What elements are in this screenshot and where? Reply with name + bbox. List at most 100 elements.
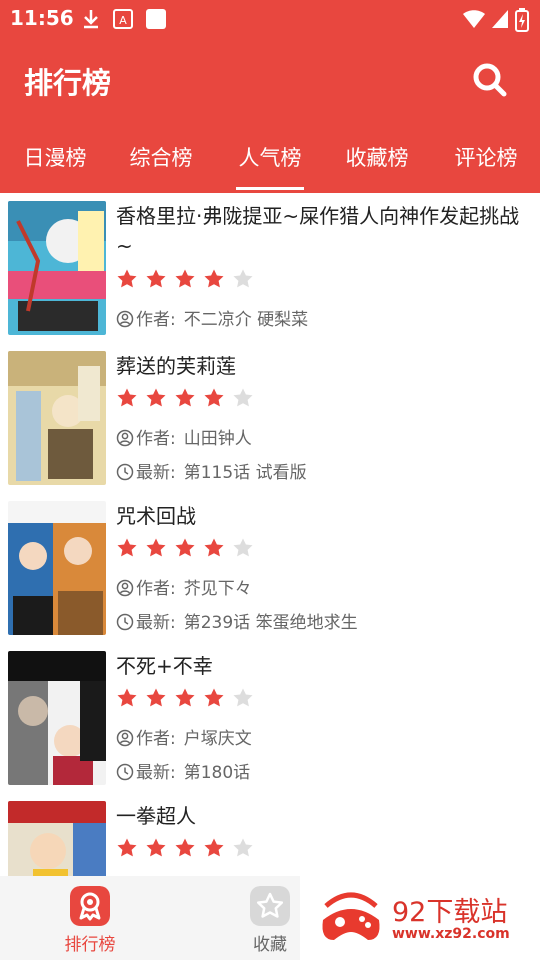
square-notification-icon — [146, 9, 166, 29]
comic-title: 一拳超人 — [116, 804, 196, 828]
active-tab-indicator — [236, 187, 304, 190]
clock-icon — [116, 463, 134, 481]
star-filled-icon — [204, 688, 224, 707]
wifi-icon — [463, 10, 485, 28]
comic-title: 香格里拉·弗陇提亚~屎作猎人向神作发起挑战~ — [116, 204, 520, 258]
comic-title: 不死+不幸 — [116, 654, 213, 678]
gamepad-logo-icon — [322, 892, 380, 940]
author-name: 山田钟人 — [183, 429, 252, 449]
latest-chapter: 第115话 试看版 — [183, 463, 307, 483]
author-icon — [116, 729, 134, 747]
page-title: 排行榜 — [24, 66, 112, 100]
star-filled-icon — [204, 838, 224, 857]
app-notification-icon: A — [113, 9, 133, 29]
latest-row: 最新: 第180话 — [116, 761, 250, 785]
star-filled-icon — [117, 388, 137, 407]
star-empty-icon — [233, 688, 253, 707]
author-label: 作者: — [136, 729, 176, 749]
star-filled-icon — [117, 838, 137, 857]
star-filled-icon — [146, 388, 166, 407]
list-item[interactable]: 一拳超人 — [0, 793, 540, 876]
latest-row: 最新: 第115话 试看版 — [116, 461, 307, 485]
author-label: 作者: — [136, 579, 176, 599]
author-icon — [116, 310, 134, 328]
rating-stars — [116, 537, 261, 559]
latest-chapter: 第180话 — [183, 763, 251, 783]
latest-chapter: 第239话 笨蛋绝地求生 — [183, 613, 358, 633]
rating-stars — [116, 837, 261, 859]
latest-label: 最新: — [136, 763, 176, 783]
star-filled-icon — [175, 538, 195, 557]
favorites-star-icon — [250, 886, 290, 926]
comic-title: 葬送的芙莉莲 — [116, 354, 236, 378]
clock-icon — [116, 763, 134, 781]
star-filled-icon — [146, 688, 166, 707]
list-item[interactable]: 香格里拉·弗陇提亚~屎作猎人向神作发起挑战~ 作者: 不二凉介 硬梨菜 — [0, 193, 540, 343]
watermark-url: www.xz92.com — [392, 926, 510, 942]
rating-stars — [116, 387, 261, 409]
download-icon — [84, 10, 98, 29]
tab-ren-qi[interactable]: 人气榜 — [227, 138, 313, 193]
svg-text:A: A — [119, 14, 127, 27]
tab-ri-man[interactable]: 日漫榜 — [12, 138, 98, 193]
star-filled-icon — [146, 538, 166, 557]
ranking-list: 香格里拉·弗陇提亚~屎作猎人向神作发起挑战~ 作者: 不二凉介 硬梨菜 葬送的芙莉… — [0, 193, 540, 876]
signal-icon — [492, 10, 508, 28]
star-filled-icon — [175, 269, 195, 288]
author-icon — [116, 429, 134, 447]
star-empty-icon — [233, 269, 253, 288]
star-filled-icon — [204, 388, 224, 407]
latest-row: 最新: 第239话 笨蛋绝地求生 — [116, 611, 358, 635]
star-empty-icon — [233, 388, 253, 407]
star-filled-icon — [204, 269, 224, 288]
star-filled-icon — [204, 538, 224, 557]
author-name: 芥见下々 — [183, 579, 252, 599]
clock-icon — [116, 613, 134, 631]
latest-label: 最新: — [136, 463, 176, 483]
nav-ranking[interactable]: 排行榜 — [40, 876, 140, 960]
cover-image — [8, 801, 106, 876]
cover-image — [8, 651, 106, 785]
star-empty-icon — [233, 538, 253, 557]
star-filled-icon — [146, 838, 166, 857]
list-item[interactable]: 不死+不幸 作者: 户塚庆文 最新: 第180话 — [0, 643, 540, 793]
rating-stars — [116, 687, 261, 709]
star-filled-icon — [117, 269, 137, 288]
latest-label: 最新: — [136, 613, 176, 633]
author-row: 作者: 不二凉介 硬梨菜 — [116, 308, 308, 332]
star-filled-icon — [175, 688, 195, 707]
status-time: 11:56 — [10, 6, 74, 30]
author-label: 作者: — [136, 310, 176, 330]
star-filled-icon — [175, 838, 195, 857]
author-label: 作者: — [136, 429, 176, 449]
star-filled-icon — [117, 538, 137, 557]
ranking-icon — [70, 886, 110, 926]
tab-ping-lun[interactable]: 评论榜 — [443, 138, 529, 193]
star-filled-icon — [117, 688, 137, 707]
tab-shou-cang[interactable]: 收藏榜 — [334, 138, 420, 193]
app-header: 11:56 A 排行榜 日漫榜 综合榜 人气榜 收藏榜 评论榜 — [0, 0, 540, 193]
author-name: 不二凉介 硬梨菜 — [183, 310, 309, 330]
cover-image — [8, 501, 106, 635]
list-item[interactable]: 葬送的芙莉莲 作者: 山田钟人 最新: 第115话 试看版 — [0, 343, 540, 493]
star-filled-icon — [175, 388, 195, 407]
search-icon[interactable] — [470, 60, 510, 100]
status-bar: 11:56 A — [0, 0, 540, 38]
author-row: 作者: 芥见下々 — [116, 577, 252, 601]
star-filled-icon — [146, 269, 166, 288]
tab-zong-he[interactable]: 综合榜 — [118, 138, 204, 193]
author-icon — [116, 579, 134, 597]
author-row: 作者: 户塚庆文 — [116, 727, 252, 751]
rating-stars — [116, 268, 261, 290]
cover-image — [8, 351, 106, 485]
battery-icon — [515, 8, 529, 32]
nav-ranking-label: 排行榜 — [64, 935, 116, 955]
cover-image — [8, 201, 106, 335]
category-tabs: 日漫榜 综合榜 人气榜 收藏榜 评论榜 — [0, 138, 540, 193]
author-name: 户塚庆文 — [183, 729, 252, 749]
list-item[interactable]: 咒术回战 作者: 芥见下々 最新: 第239话 笨蛋绝地求生 — [0, 493, 540, 643]
watermark-brand: 92下载站 — [392, 897, 508, 928]
site-watermark: 92下载站 www.xz92.com — [300, 876, 540, 960]
comic-title: 咒术回战 — [116, 504, 196, 528]
author-row: 作者: 山田钟人 — [116, 427, 252, 451]
